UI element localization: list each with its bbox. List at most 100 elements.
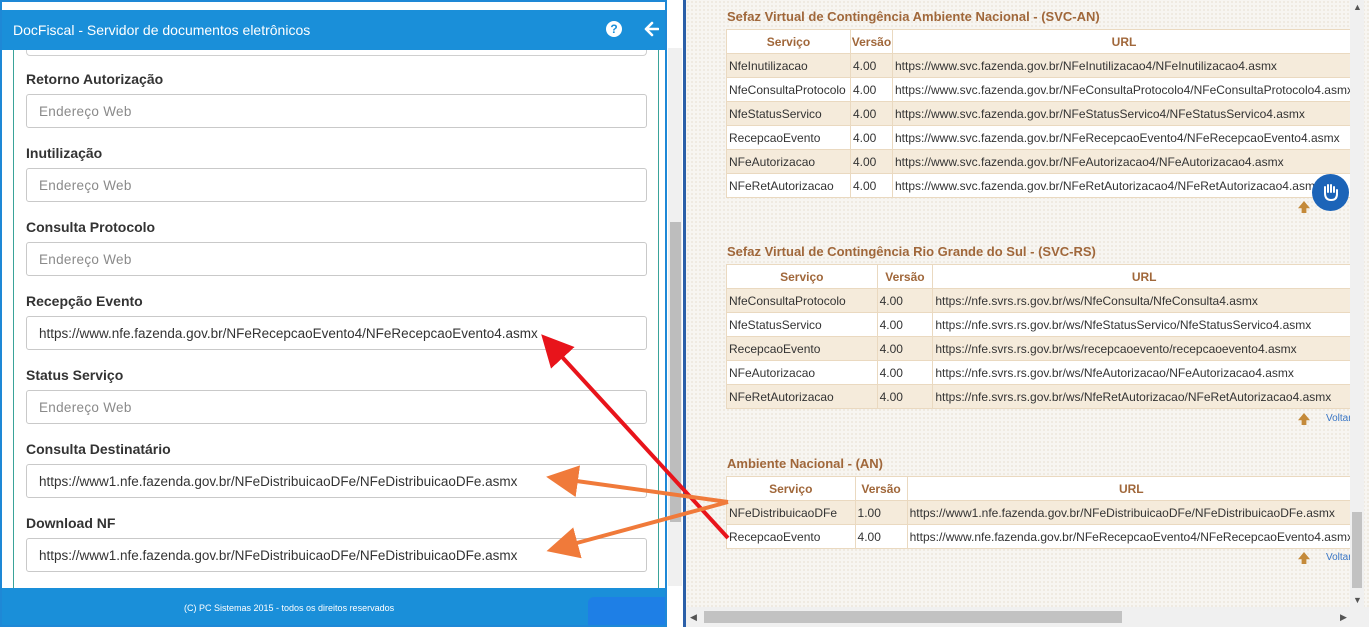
previous-input-edge: [26, 50, 647, 56]
cell-servico: NFeAutorizacao: [726, 360, 878, 385]
input-inutilizacao[interactable]: [26, 168, 647, 202]
cell-versao: 4.00: [876, 336, 934, 361]
cell-servico: NfeConsultaProtocolo: [726, 288, 878, 313]
help-icon[interactable]: ?: [606, 21, 622, 37]
cell-url[interactable]: https://nfe.svrs.rs.gov.br/ws/NfeAutoriz…: [932, 360, 1350, 385]
accessibility-hand-icon[interactable]: [1312, 174, 1349, 211]
header-url: URL: [906, 476, 1350, 501]
label-status-servico: Status Serviço: [26, 367, 124, 383]
cell-versao: 4.00: [854, 524, 908, 549]
cell-url[interactable]: https://nfe.svrs.rs.gov.br/ws/NfeConsult…: [932, 288, 1350, 313]
voltar-link[interactable]: Voltar: [1326, 552, 1350, 563]
cell-servico: NFeDistribuicaoDFe: [726, 500, 856, 525]
cell-servico: NFeRetAutorizacao: [726, 384, 878, 409]
table-row: NFeAutorizacao 4.00 https://nfe.svrs.rs.go…: [726, 360, 1350, 385]
header-url: URL: [891, 29, 1350, 54]
table-row: NfeConsultaProtocolo 4.00 https://www.svc.…: [726, 77, 1350, 102]
input-status-servico[interactable]: [26, 390, 647, 424]
voltar-link[interactable]: Voltar: [1326, 413, 1350, 424]
table-row: NfeStatusServico 4.00 https://nfe.svrs.rs.…: [726, 312, 1350, 337]
cell-url[interactable]: https://www.svc.fazenda.gov.br/NFeStatus…: [891, 101, 1350, 126]
cell-servico: NFeAutorizacao: [726, 149, 851, 174]
footer-action-button[interactable]: [588, 597, 665, 625]
copyright-text: (C) PC Sistemas 2015 - todos os direitos…: [184, 603, 395, 613]
table-svc-rs: Serviço Versão URL NfeConsultaProtocolo 4…: [726, 264, 1350, 409]
cell-servico: NFeRetAutorizacao: [726, 173, 851, 198]
header-servico: Serviço: [726, 476, 856, 501]
cell-servico: NfeStatusServico: [726, 312, 878, 337]
cell-versao: 4.00: [849, 173, 893, 198]
cell-versao: 4.00: [849, 125, 893, 150]
input-retorno-autorizacao[interactable]: [26, 94, 647, 128]
back-to-top-icon[interactable]: [1298, 552, 1310, 564]
table-row: NFeDistribuicaoDFe 1.00 https://www1.nfe.f…: [726, 500, 1350, 525]
app-header: DocFiscal - Servidor de documentos eletr…: [2, 10, 665, 50]
label-consulta-destinatario: Consulta Destinatário: [26, 441, 171, 457]
section-title-svc-rs: Sefaz Virtual de Contingência Rio Grande…: [727, 244, 1096, 259]
table-row: RecepcaoEvento 4.00 https://www.svc.fazend…: [726, 125, 1350, 150]
cell-servico: NfeStatusServico: [726, 101, 851, 126]
cell-versao: 4.00: [876, 360, 934, 385]
back-arrow-icon[interactable]: [641, 18, 661, 40]
cell-servico: NfeInutilizacao: [726, 53, 851, 78]
docfiscal-panel: DocFiscal - Servidor de documentos eletr…: [0, 0, 667, 627]
back-to-top-icon[interactable]: [1298, 201, 1310, 213]
scroll-up-icon[interactable]: ▲: [1353, 2, 1362, 12]
page-horizontal-scrollbar-thumb[interactable]: [704, 611, 1122, 623]
scroll-left-icon[interactable]: ◀: [690, 612, 697, 623]
cell-url[interactable]: https://nfe.svrs.rs.gov.br/ws/NfeRetAuto…: [932, 384, 1350, 409]
header-servico: Serviço: [726, 264, 878, 289]
cell-versao: 4.00: [876, 384, 934, 409]
cell-url[interactable]: https://www.svc.fazenda.gov.br/NFeAutori…: [891, 149, 1350, 174]
label-retorno-autorizacao: Retorno Autorização: [26, 71, 164, 87]
header-servico: Serviço: [726, 29, 851, 54]
endpoint-form: Retorno Autorização Inutilização Consult…: [13, 50, 659, 588]
input-consulta-protocolo[interactable]: [26, 242, 647, 276]
cell-servico: RecepcaoEvento: [726, 125, 851, 150]
cell-url[interactable]: https://nfe.svrs.rs.gov.br/ws/recepcaoev…: [932, 336, 1350, 361]
header-versao: Versão: [876, 264, 934, 289]
cell-url[interactable]: https://www.svc.fazenda.gov.br/NFeInutil…: [891, 53, 1350, 78]
hand-svg: [1323, 184, 1338, 202]
cell-url[interactable]: https://www1.nfe.fazenda.gov.br/NFeDistr…: [906, 500, 1350, 525]
form-scrollbar-thumb[interactable]: [670, 222, 681, 522]
table-row: NFeRetAutorizacao 4.00 https://www.svc.faz…: [726, 173, 1350, 198]
table-header-row: Serviço Versão URL: [726, 29, 1350, 54]
table-row: NfeStatusServico 4.00 https://www.svc.faze…: [726, 101, 1350, 126]
label-consulta-protocolo: Consulta Protocolo: [26, 219, 156, 235]
input-consulta-destinatario[interactable]: [26, 464, 647, 498]
scroll-down-icon[interactable]: ▼: [1353, 595, 1362, 605]
table-row: NFeAutorizacao 4.00 https://www.svc.fazend…: [726, 149, 1350, 174]
cell-url[interactable]: https://www.svc.fazenda.gov.br/NFeRetAut…: [891, 173, 1350, 198]
cell-versao: 4.00: [849, 101, 893, 126]
cell-url[interactable]: https://www.nfe.fazenda.gov.br/NFeRecepc…: [906, 524, 1350, 549]
table-header-row: Serviço Versão URL: [726, 476, 1350, 501]
page-vertical-scrollbar-thumb[interactable]: [1352, 512, 1362, 588]
cell-url[interactable]: https://nfe.svrs.rs.gov.br/ws/NfeStatusS…: [932, 312, 1350, 337]
label-download-nf: Download NF: [26, 515, 116, 531]
sefaz-webservices-page: Sefaz Virtual de Contingência Ambiente N…: [686, 0, 1369, 627]
table-svc-an: Serviço Versão URL NfeInutilizacao 4.00 ht…: [726, 29, 1350, 198]
cell-versao: 4.00: [849, 149, 893, 174]
label-inutilizacao: Inutilização: [26, 145, 103, 161]
cell-url[interactable]: https://www.svc.fazenda.gov.br/NFeRecepc…: [891, 125, 1350, 150]
app-footer: (C) PC Sistemas 2015 - todos os direitos…: [2, 588, 665, 625]
header-versao: Versão: [854, 476, 908, 501]
table-an: Serviço Versão URL NFeDistribuicaoDFe 1.0…: [726, 476, 1350, 549]
header-versao: Versão: [849, 29, 893, 54]
cell-servico: NfeConsultaProtocolo: [726, 77, 851, 102]
cell-servico: RecepcaoEvento: [726, 524, 856, 549]
label-recepcao-evento: Recepção Evento: [26, 293, 143, 309]
input-recepcao-evento[interactable]: [26, 316, 647, 350]
header-url: URL: [932, 264, 1350, 289]
cell-versao: 4.00: [876, 288, 934, 313]
section-title-svc-an: Sefaz Virtual de Contingência Ambiente N…: [727, 9, 1100, 24]
cell-url[interactable]: https://www.svc.fazenda.gov.br/NFeConsul…: [891, 77, 1350, 102]
input-download-nf[interactable]: [26, 538, 647, 572]
cell-versao: 1.00: [854, 500, 908, 525]
table-row: RecepcaoEvento 4.00 https://www.nfe.fazend…: [726, 524, 1350, 549]
table-row: RecepcaoEvento 4.00 https://nfe.svrs.rs.go…: [726, 336, 1350, 361]
back-to-top-icon[interactable]: [1298, 413, 1310, 425]
scroll-right-icon[interactable]: ▶: [1340, 612, 1347, 623]
table-header-row: Serviço Versão URL: [726, 264, 1350, 289]
